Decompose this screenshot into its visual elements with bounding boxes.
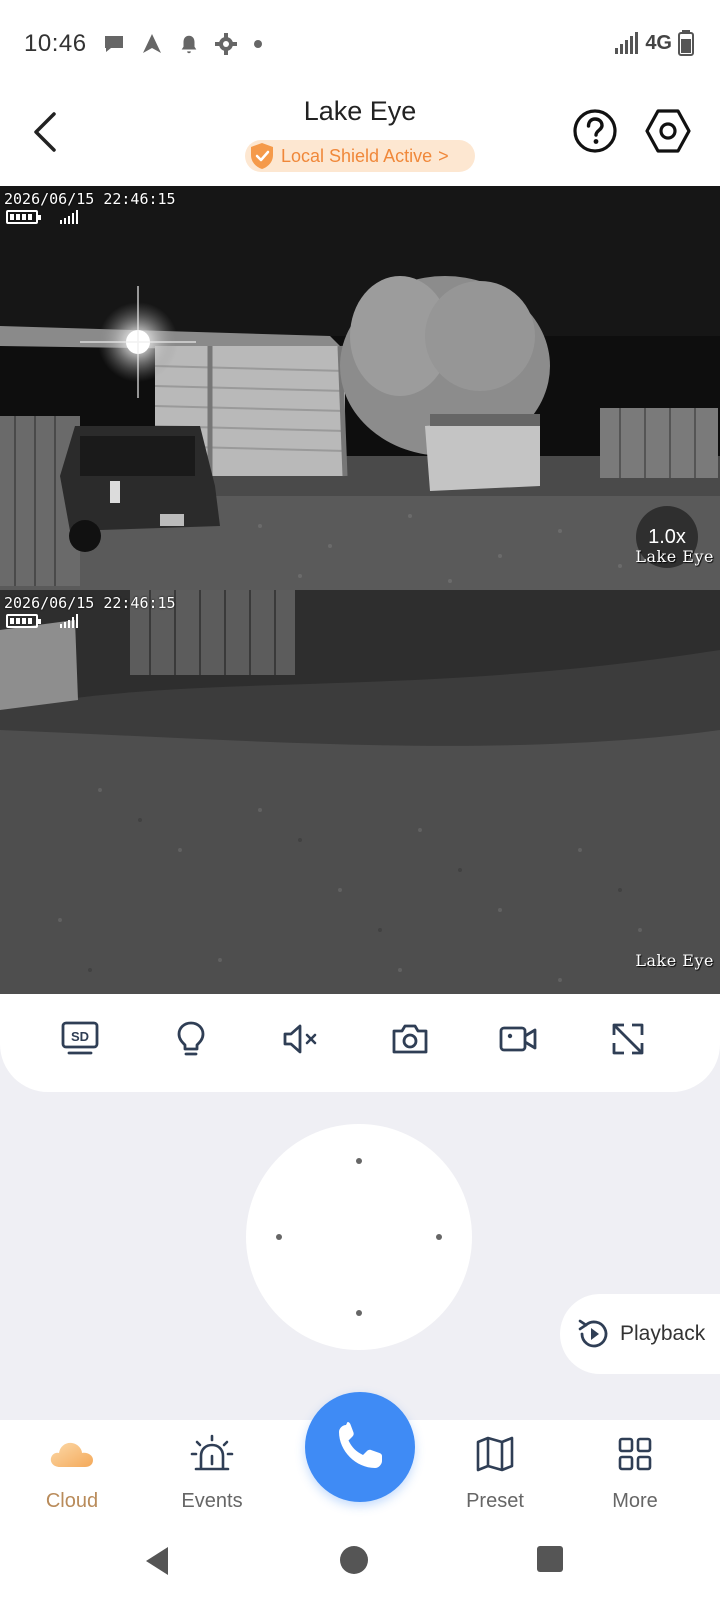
navigation-arrow-icon — [143, 34, 161, 53]
status-right: 4G — [615, 30, 694, 56]
grid-icon — [618, 1437, 652, 1471]
status-time: 10:46 — [24, 30, 87, 57]
light-bulb-icon — [177, 1021, 205, 1056]
night-vision-scene-driveway — [0, 590, 720, 994]
help-button[interactable] — [572, 108, 618, 154]
sd-quality-button[interactable]: SD — [55, 1014, 105, 1064]
camera-name-overlay: Lake Eye — [635, 951, 714, 970]
map-icon — [476, 1436, 514, 1472]
camera-signal-icon — [60, 614, 78, 628]
camera-toolbar: SD — [0, 994, 720, 1092]
ptz-up-dot[interactable] — [356, 1158, 362, 1164]
svg-text:SD: SD — [71, 1029, 89, 1044]
nav-cloud[interactable]: Cloud — [12, 1432, 132, 1513]
night-vision-scene-carport — [0, 186, 720, 590]
network-type-label: 4G — [645, 31, 672, 54]
system-navigation-bar — [0, 1530, 720, 1600]
camera-timestamp: 2026/06/15 22:46:15 — [4, 594, 176, 612]
phone-icon — [339, 1422, 382, 1468]
call-button[interactable] — [305, 1392, 415, 1502]
fullscreen-icon — [612, 1023, 644, 1055]
status-bar: 10:46 4G — [0, 0, 720, 90]
nav-more[interactable]: More — [575, 1432, 695, 1513]
camera-battery-icon — [6, 210, 41, 224]
battery-icon — [678, 30, 694, 56]
ptz-joystick[interactable] — [246, 1124, 472, 1350]
camera-view-top[interactable]: 2026/06/15 22:46:15 1.0x Lake Eye — [0, 186, 720, 590]
question-circle-icon — [573, 109, 617, 153]
status-notification-icons — [102, 32, 264, 56]
chevron-right-icon: > — [438, 145, 449, 166]
record-button[interactable] — [493, 1014, 543, 1064]
ptz-down-dot[interactable] — [356, 1310, 362, 1316]
camera-name-overlay: Lake Eye — [635, 547, 714, 566]
alarm-icon — [190, 1434, 234, 1471]
system-recents-icon[interactable] — [536, 1544, 564, 1574]
ptz-left-dot[interactable] — [276, 1234, 282, 1240]
mute-button[interactable] — [276, 1014, 326, 1064]
ptz-right-dot[interactable] — [436, 1234, 442, 1240]
system-back-icon[interactable] — [142, 1544, 172, 1578]
playback-button[interactable]: Playback — [560, 1294, 720, 1374]
fullscreen-button[interactable] — [603, 1014, 653, 1064]
mute-icon — [283, 1024, 317, 1054]
cell-signal-icon — [615, 32, 639, 54]
nav-cloud-label: Cloud — [45, 1490, 99, 1512]
snapshot-button[interactable] — [385, 1014, 435, 1064]
local-shield-badge[interactable]: Local Shield Active > — [245, 140, 475, 172]
chat-bubble-icon — [105, 36, 123, 52]
gear-icon — [215, 33, 237, 55]
camera-battery-icon — [6, 614, 41, 628]
sd-quality-icon: SD — [61, 1021, 99, 1055]
bell-icon — [181, 35, 197, 54]
app-header: Lake Eye Local Shield Active > — [0, 90, 720, 186]
nav-more-label: More — [612, 1490, 658, 1512]
snapshot-camera-icon — [392, 1024, 428, 1054]
playback-label: Playback — [620, 1322, 706, 1345]
record-video-icon — [499, 1026, 537, 1052]
nav-events[interactable]: Events — [152, 1432, 272, 1513]
dot-icon — [254, 40, 262, 48]
system-home-icon[interactable] — [338, 1544, 370, 1576]
local-shield-label: Local Shield Active — [281, 145, 433, 166]
shield-check-icon — [251, 143, 273, 169]
camera-view-bottom[interactable]: 2026/06/15 22:46:15 Lake Eye — [0, 590, 720, 994]
nav-events-label: Events — [181, 1490, 243, 1512]
nav-preset[interactable]: Preset — [435, 1432, 555, 1513]
camera-timestamp: 2026/06/15 22:46:15 — [4, 190, 176, 208]
camera-signal-icon — [60, 210, 78, 224]
settings-button[interactable] — [644, 106, 692, 156]
nav-preset-label: Preset — [466, 1490, 524, 1512]
hexagon-settings-icon — [645, 109, 691, 153]
cloud-icon — [50, 1442, 93, 1467]
light-button[interactable] — [166, 1014, 216, 1064]
app-root: 10:46 4G Lake Eye Local Shield Active > — [0, 0, 720, 1600]
playback-icon — [578, 1319, 608, 1348]
